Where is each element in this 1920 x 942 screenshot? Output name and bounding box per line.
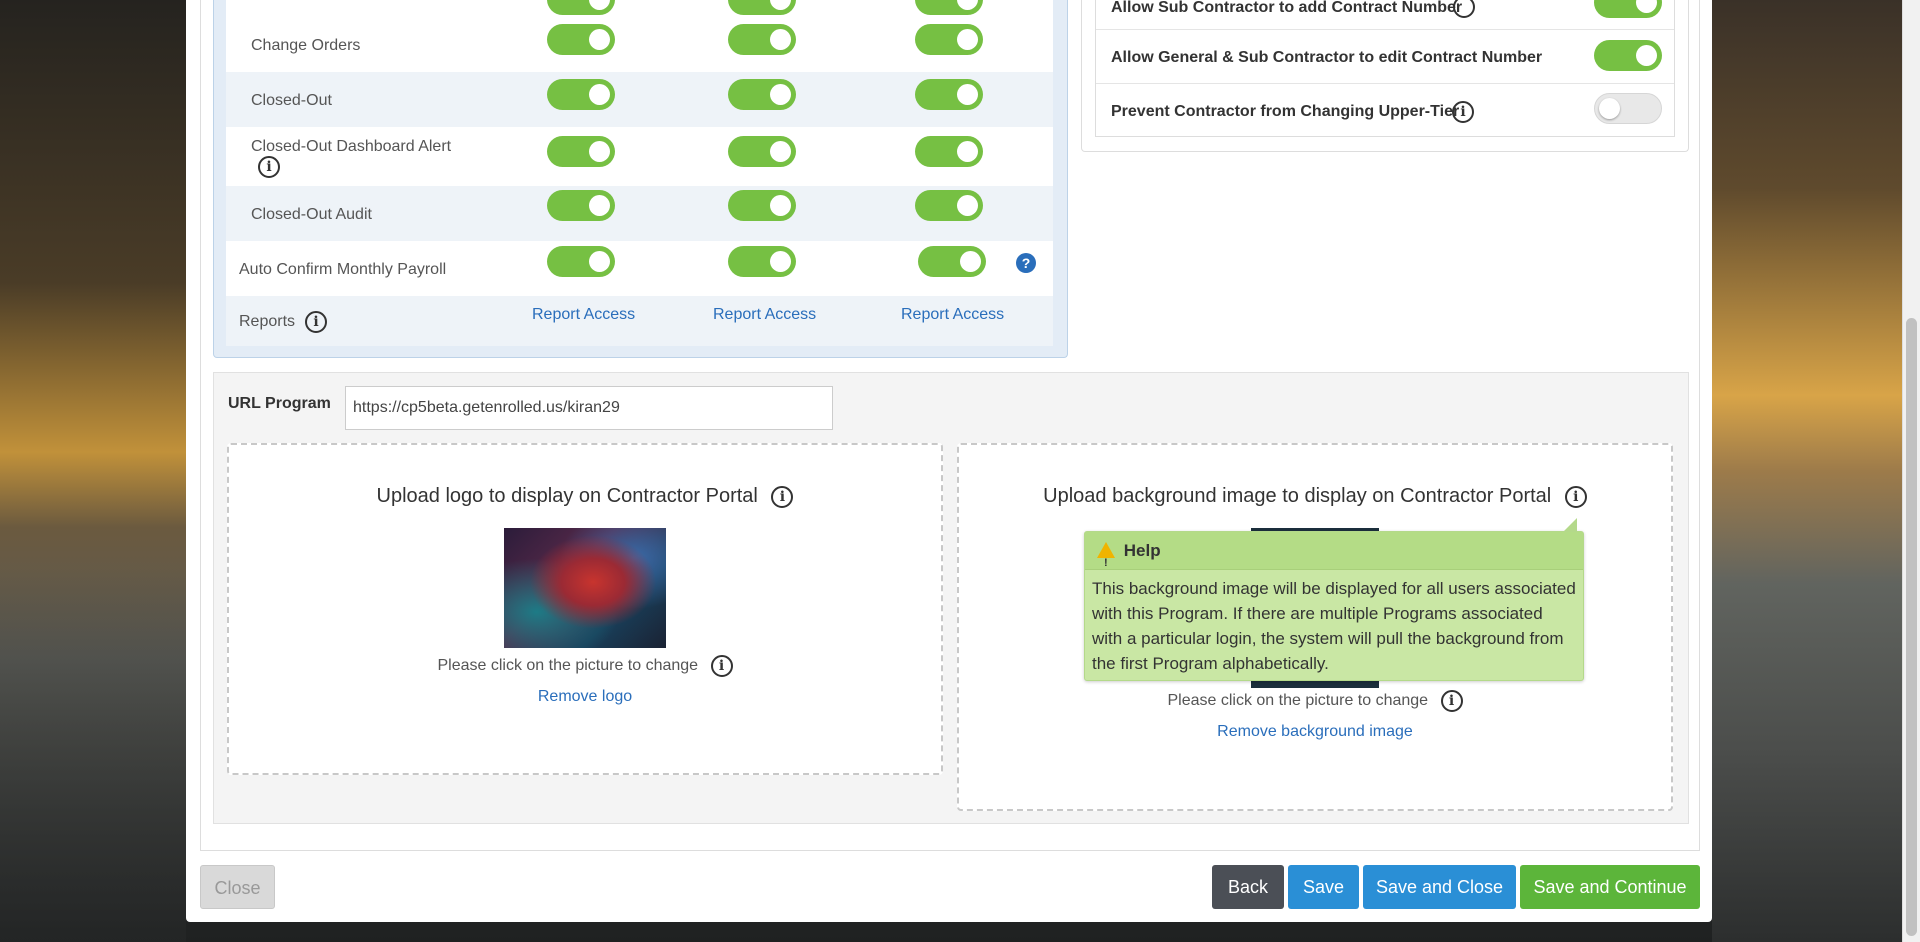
- remove-logo-link[interactable]: Remove logo: [229, 688, 941, 706]
- background-photo-left: [0, 0, 186, 942]
- permissions-row-auto-confirm-payroll: Auto Confirm Monthly Payroll ?: [226, 241, 1053, 296]
- question-icon[interactable]: ?: [1016, 253, 1036, 273]
- toggle-switch[interactable]: [915, 136, 983, 167]
- setting-label: Allow General & Sub Contractor to edit C…: [1111, 49, 1543, 66]
- setting-row-allow-edit-contract: Allow General & Sub Contractor to edit C…: [1096, 30, 1674, 84]
- close-button[interactable]: Close: [200, 865, 275, 909]
- logo-upload-dropzone[interactable]: Upload logo to display on Contractor Por…: [227, 443, 943, 775]
- info-icon[interactable]: i: [1564, 485, 1587, 508]
- permissions-table: Change Orders Closed-Out Closed-Out Dash…: [213, 0, 1068, 358]
- info-icon[interactable]: i: [710, 655, 733, 677]
- permission-label: Closed-Out: [251, 92, 332, 109]
- toggle-switch[interactable]: [728, 190, 796, 221]
- permissions-row-closed-out: Closed-Out: [226, 72, 1053, 127]
- toggle-switch[interactable]: [915, 0, 983, 15]
- info-icon[interactable]: i: [258, 156, 280, 178]
- permissions-row-reports: Reports i Report Access Report Access Re…: [226, 296, 1053, 346]
- warning-icon: [1097, 542, 1115, 582]
- save-and-continue-button[interactable]: Save and Continue: [1520, 865, 1700, 909]
- modal-body: Change Orders Closed-Out Closed-Out Dash…: [200, 0, 1700, 851]
- back-button[interactable]: Back: [1212, 865, 1284, 909]
- permissions-row-partial: [226, 0, 1053, 17]
- info-icon[interactable]: i: [305, 311, 327, 333]
- toggle-switch[interactable]: [915, 190, 983, 221]
- info-icon[interactable]: i: [1452, 101, 1474, 123]
- save-button[interactable]: Save: [1288, 865, 1359, 909]
- background-change-note: Please click on the picture to change i: [959, 690, 1671, 712]
- background-upload-title: Upload background image to display on Co…: [959, 485, 1671, 508]
- logo-upload-title: Upload logo to display on Contractor Por…: [229, 485, 941, 508]
- permissions-row-change-orders: Change Orders: [226, 17, 1053, 72]
- setting-label: Prevent Contractor from Changing Upper-T…: [1111, 103, 1460, 120]
- report-access-link[interactable]: Report Access: [713, 306, 816, 324]
- settings-modal: Change Orders Closed-Out Closed-Out Dash…: [186, 0, 1712, 922]
- info-icon[interactable]: [1453, 0, 1475, 18]
- toggle-switch[interactable]: [915, 24, 983, 55]
- permission-label: Auto Confirm Monthly Payroll: [239, 261, 447, 278]
- toggle-switch[interactable]: [728, 79, 796, 110]
- report-access-link[interactable]: Report Access: [901, 306, 1004, 324]
- help-tooltip: Help This background image will be displ…: [1084, 518, 1584, 681]
- info-icon[interactable]: i: [771, 485, 794, 508]
- setting-row-prevent-upper-tier: Prevent Contractor from Changing Upper-T…: [1096, 84, 1674, 138]
- toggle-switch[interactable]: [547, 79, 615, 110]
- permissions-row-closed-out-audit: Closed-Out Audit: [226, 186, 1053, 241]
- toggle-switch[interactable]: [728, 136, 796, 167]
- contractor-settings-list: Allow Sub Contractor to add Contract Num…: [1095, 0, 1675, 137]
- contractor-settings-panel: Allow Sub Contractor to add Contract Num…: [1081, 0, 1689, 152]
- toggle-switch[interactable]: [728, 246, 796, 277]
- setting-label: Allow Sub Contractor to add Contract Num…: [1111, 0, 1463, 16]
- permission-label: Closed-Out Dashboard Alert: [251, 138, 452, 155]
- logo-image[interactable]: [504, 528, 666, 648]
- url-program-input[interactable]: https://cp5beta.getenrolled.us/kiran29: [345, 386, 833, 430]
- toggle-switch[interactable]: [728, 24, 796, 55]
- toggle-switch[interactable]: [1594, 93, 1662, 124]
- toggle-switch[interactable]: [728, 0, 796, 15]
- toggle-switch[interactable]: [918, 246, 986, 277]
- remove-background-link[interactable]: Remove background image: [959, 723, 1671, 741]
- permission-label: Closed-Out Audit: [251, 206, 372, 223]
- toggle-switch[interactable]: [547, 136, 615, 167]
- toggle-switch[interactable]: [547, 190, 615, 221]
- tooltip-header: Help: [1085, 532, 1583, 582]
- scrollbar-thumb[interactable]: [1906, 318, 1917, 936]
- tooltip-body: This background image will be displayed …: [1092, 579, 1576, 673]
- toggle-switch[interactable]: [915, 79, 983, 110]
- background-photo-right: [1712, 0, 1920, 942]
- url-program-label: URL Program: [228, 395, 331, 412]
- report-access-link[interactable]: Report Access: [532, 306, 635, 324]
- save-and-close-button[interactable]: Save and Close: [1363, 865, 1516, 909]
- info-icon[interactable]: i: [1440, 690, 1463, 712]
- permission-label: Reports: [239, 313, 296, 330]
- setting-row-allow-sub-add-contract: Allow Sub Contractor to add Contract Num…: [1096, 0, 1674, 30]
- permission-label: Change Orders: [251, 37, 361, 54]
- page-scrollbar[interactable]: [1902, 0, 1920, 942]
- toggle-switch[interactable]: [1594, 0, 1662, 18]
- toggle-switch[interactable]: [1594, 40, 1662, 71]
- toggle-switch[interactable]: [547, 246, 615, 277]
- logo-change-note: Please click on the picture to change i: [229, 655, 941, 677]
- permissions-row-closed-out-dashboard-alert: Closed-Out Dashboard Alert i: [226, 127, 1053, 186]
- toggle-switch[interactable]: [547, 0, 615, 15]
- toggle-switch[interactable]: [547, 24, 615, 55]
